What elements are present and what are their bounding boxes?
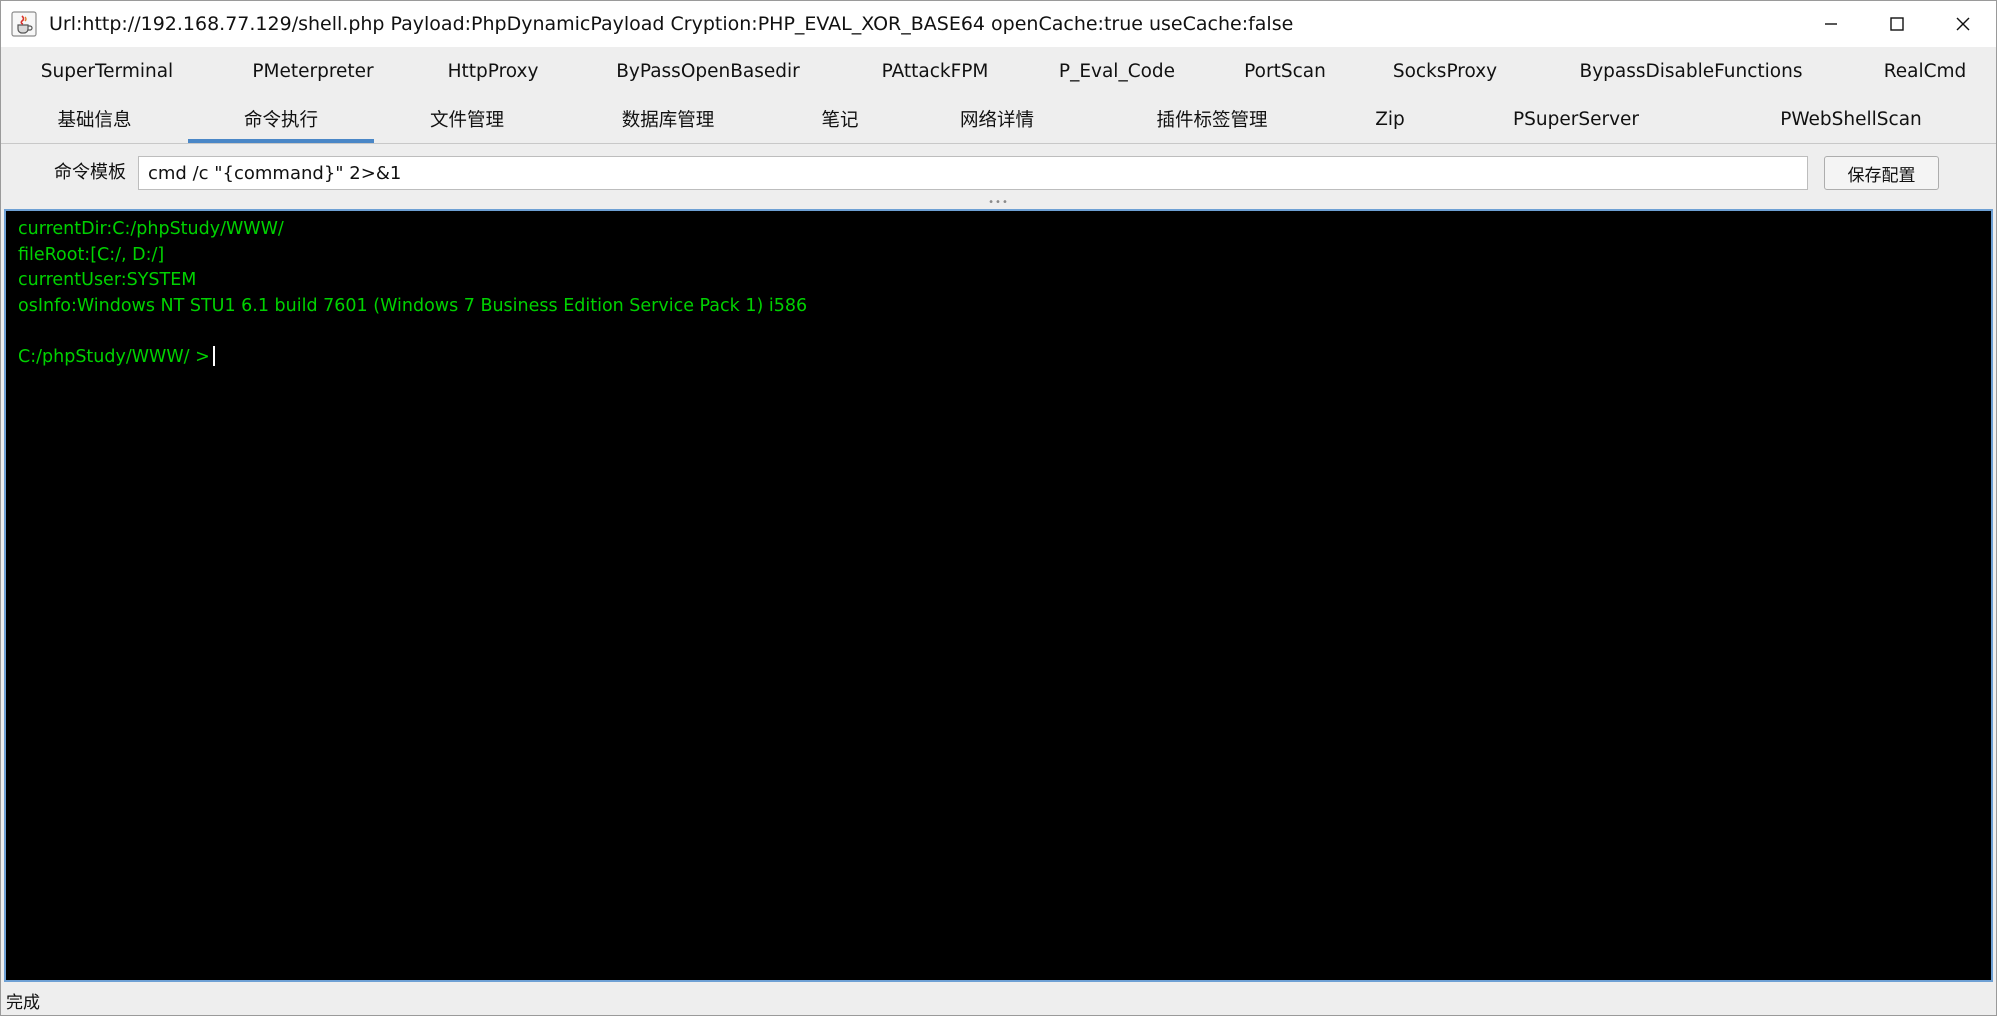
command-template-input[interactable] [138, 156, 1808, 190]
tab-socksproxy[interactable]: SocksProxy [1363, 47, 1527, 95]
tab-superterminal[interactable]: SuperTerminal [1, 47, 213, 95]
close-icon [1956, 17, 1970, 31]
terminal-line-current-dir: currentDir:C:/phpStudy/WWW/ [18, 219, 284, 239]
tab-realcmd[interactable]: RealCmd [1855, 47, 1995, 95]
maximize-icon [1890, 17, 1904, 31]
minimize-button[interactable] [1798, 1, 1864, 47]
tab-pmeterpreter[interactable]: PMeterpreter [213, 47, 413, 95]
command-template-row: 命令模板 保存配置 [1, 144, 1996, 198]
drag-handle-icon: ••• [988, 197, 1009, 208]
terminal-prompt: C:/phpStudy/WWW/ > [18, 346, 210, 367]
tab-pwebshellscan[interactable]: PWebShellScan [1706, 95, 1996, 143]
tab-zip[interactable]: Zip [1334, 95, 1446, 143]
maximize-button[interactable] [1864, 1, 1930, 47]
terminal-line-file-root: fileRoot:[C:/, D:/] [18, 244, 165, 265]
tab-network-details[interactable]: 网络详情 [904, 95, 1090, 143]
save-config-button[interactable]: 保存配置 [1824, 156, 1939, 190]
command-template-label: 命令模板 [54, 162, 126, 183]
tab-httpproxy[interactable]: HttpProxy [413, 47, 573, 95]
title-bar: Url:http://192.168.77.129/shell.php Payl… [1, 1, 1996, 47]
split-pane-divider[interactable]: ••• [1, 197, 1996, 208]
terminal-output[interactable]: currentDir:C:/phpStudy/WWW/ fileRoot:[C:… [4, 209, 1993, 982]
tab-pattackfpm[interactable]: PAttackFPM [843, 47, 1027, 95]
window-title: Url:http://192.168.77.129/shell.php Payl… [49, 13, 1294, 35]
text-cursor [212, 345, 215, 366]
terminal-line-current-user: currentUser:SYSTEM [18, 270, 197, 290]
tab-portscan[interactable]: PortScan [1207, 47, 1363, 95]
terminal-prompt-line[interactable]: C:/phpStudy/WWW/ > [18, 345, 1991, 371]
window-controls [1798, 1, 1996, 47]
plugin-tab-row: SuperTerminal PMeterpreter HttpProxy ByP… [1, 47, 1996, 95]
java-cup-icon [11, 11, 37, 37]
terminal-line-os-info: osInfo:Windows NT STU1 6.1 build 7601 (W… [18, 295, 808, 316]
tab-bypassopenbasedir[interactable]: ByPassOpenBasedir [573, 47, 843, 95]
minimize-icon [1825, 23, 1837, 25]
status-bar: 完成 [1, 985, 1996, 1015]
tab-psuperserver[interactable]: PSuperServer [1446, 95, 1706, 143]
shell-manager-window: Url:http://192.168.77.129/shell.php Payl… [0, 0, 1997, 1016]
tab-plugin-tag-manager[interactable]: 插件标签管理 [1090, 95, 1334, 143]
tab-command-exec[interactable]: 命令执行 [188, 95, 374, 143]
status-text: 完成 [6, 992, 40, 1013]
tab-basic-info[interactable]: 基础信息 [1, 95, 188, 143]
tab-notes[interactable]: 笔记 [776, 95, 904, 143]
tab-bypassdisablefunctions[interactable]: BypassDisableFunctions [1527, 47, 1855, 95]
tab-file-manager[interactable]: 文件管理 [374, 95, 560, 143]
close-button[interactable] [1930, 1, 1996, 47]
tab-p-eval-code[interactable]: P_Eval_Code [1027, 47, 1207, 95]
function-tab-row: 基础信息 命令执行 文件管理 数据库管理 笔记 网络详情 插件标签管理 Zip … [1, 95, 1996, 144]
tab-database-manager[interactable]: 数据库管理 [560, 95, 776, 143]
